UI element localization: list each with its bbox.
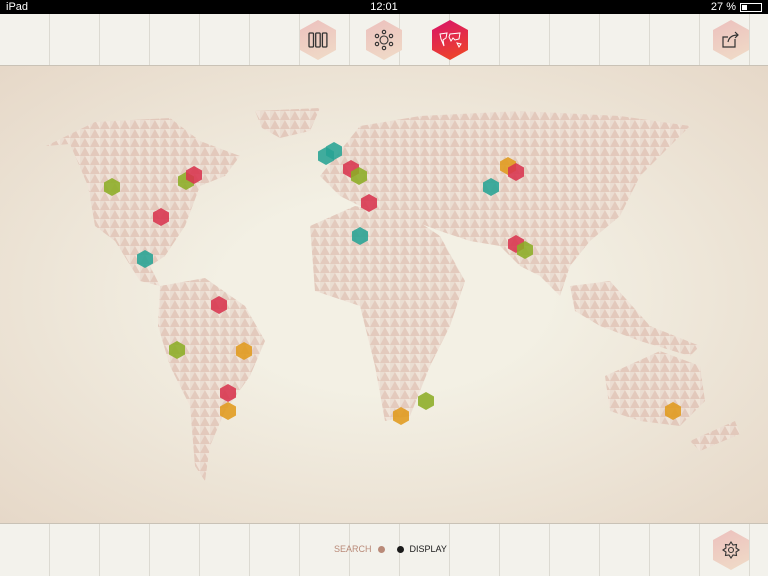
gear-icon — [722, 541, 740, 559]
display-mode-label[interactable]: DISPLAY — [410, 544, 447, 554]
columns-icon — [308, 32, 328, 48]
battery-percent: 27 % — [710, 1, 736, 13]
continents — [46, 108, 740, 481]
nz — [690, 421, 740, 451]
greenland — [255, 108, 320, 138]
battery-indicator: 27 % — [711, 0, 762, 14]
share-icon — [722, 31, 739, 48]
battery-icon — [740, 2, 762, 12]
network-icon — [374, 29, 394, 51]
status-bar: iPad 12:01 27 % — [0, 0, 768, 14]
columns-view-button[interactable] — [300, 20, 336, 60]
display-mode-dot[interactable] — [396, 545, 404, 553]
southeast-asia — [570, 281, 700, 356]
africa — [310, 206, 465, 421]
share-button[interactable] — [713, 20, 749, 60]
search-mode-label[interactable]: SEARCH — [334, 544, 372, 554]
top-toolbar — [0, 14, 768, 66]
clock: 12:01 — [370, 1, 398, 13]
map-view-button[interactable] — [432, 20, 468, 60]
mode-toggle[interactable]: SEARCH DISPLAY — [334, 544, 447, 554]
world-map[interactable] — [0, 66, 768, 523]
australia — [605, 351, 705, 426]
world-map-icon — [439, 32, 462, 48]
search-mode-dot[interactable] — [377, 545, 385, 553]
network-view-button[interactable] — [366, 20, 402, 60]
settings-button[interactable] — [713, 530, 749, 570]
